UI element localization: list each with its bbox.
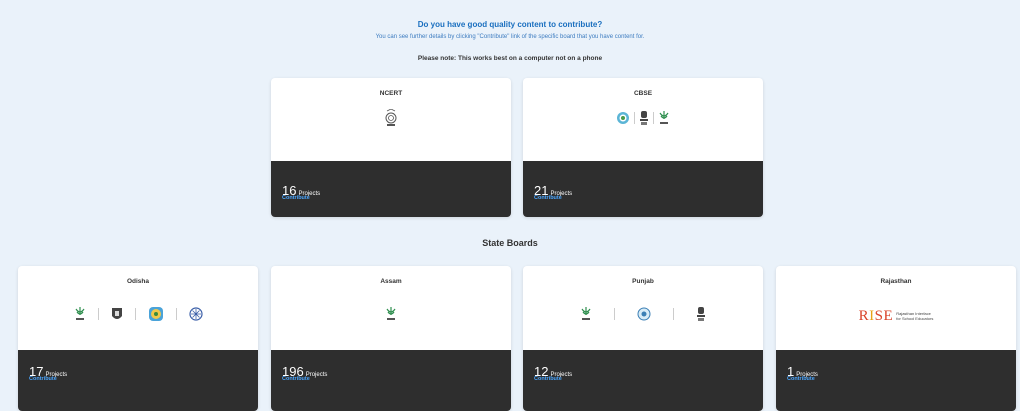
punjab-seal-icon (637, 307, 651, 321)
diksha-icon (581, 307, 591, 320)
board-logos (523, 302, 763, 326)
board-card-punjab: Punjab 12 Projects Contribute (523, 266, 763, 411)
board-name: Rajasthan (880, 278, 912, 285)
board-card-cbse: CBSE 21 Projects Contribute (523, 78, 763, 217)
contribute-link-punjab[interactable]: Contribute (534, 376, 562, 382)
board-name: Odisha (126, 278, 150, 285)
shield-icon (111, 307, 122, 319)
board-logos: RISE Rajasthan Interface for School Educ… (776, 304, 1016, 328)
contribute-link-cbse[interactable]: Contribute (534, 195, 562, 201)
rise-logo-caption: Rajasthan Interface for School Educators (896, 311, 934, 321)
ncert-emblem-icon (385, 109, 397, 126)
logo-divider (634, 112, 635, 124)
logo-divider (134, 308, 136, 320)
diksha-icon (659, 111, 669, 124)
logo-divider (614, 308, 615, 320)
logo-divider (653, 112, 654, 124)
board-card-assam: Assam 196 Projects Contribute (271, 266, 511, 411)
board-card-ncert: NCERT 16 Projects Contribute (271, 78, 511, 217)
contribute-link-rajasthan[interactable]: Contribute (787, 376, 815, 382)
contribute-link-odisha[interactable]: Contribute (29, 376, 57, 382)
board-name: Punjab (632, 278, 654, 285)
board-logos (523, 106, 763, 130)
board-name: NCERT (379, 90, 403, 97)
section-title-state-boards: State Boards (482, 238, 538, 248)
card-footer: 12 Projects Contribute (523, 350, 763, 411)
rise-logo: RISE Rajasthan Interface for School Educ… (859, 308, 934, 325)
board-card-odisha: Odisha 17 Projects Contribute (18, 266, 258, 411)
card-footer: 196 Projects Contribute (271, 350, 511, 411)
rise-logo-mark: RISE (858, 307, 894, 324)
card-footer: 16 Projects Contribute (271, 161, 511, 217)
board-name: Assam (380, 278, 402, 285)
contribute-link-assam[interactable]: Contribute (282, 376, 310, 382)
header-subtitle: You can see further details by clicking … (375, 34, 645, 40)
board-logos (271, 302, 511, 326)
header-question: Do you have good quality content to cont… (417, 20, 603, 29)
logo-divider (97, 308, 99, 320)
card-footer: 21 Projects Contribute (523, 161, 763, 217)
card-footer: 1 Projects Contribute (776, 350, 1016, 411)
header-note: Please note: This works best on a comput… (417, 55, 603, 62)
board-logos (271, 106, 511, 130)
card-footer: 17 Projects Contribute (18, 350, 258, 411)
odisha-seal-icon (188, 307, 203, 321)
national-emblem-icon (640, 111, 648, 125)
board-name: CBSE (633, 90, 653, 97)
diksha-icon (75, 307, 84, 320)
board-card-rajasthan: Rajasthan RISE Rajasthan Interface for S… (776, 266, 1016, 411)
diksha-icon (386, 307, 396, 320)
odisha-board-icon (148, 307, 163, 321)
national-emblem-icon (697, 307, 705, 321)
board-logos (18, 302, 258, 326)
cbse-seal-icon (617, 112, 629, 124)
logo-divider (673, 308, 674, 320)
contribute-link-ncert[interactable]: Contribute (282, 195, 310, 201)
logo-divider (175, 308, 177, 320)
